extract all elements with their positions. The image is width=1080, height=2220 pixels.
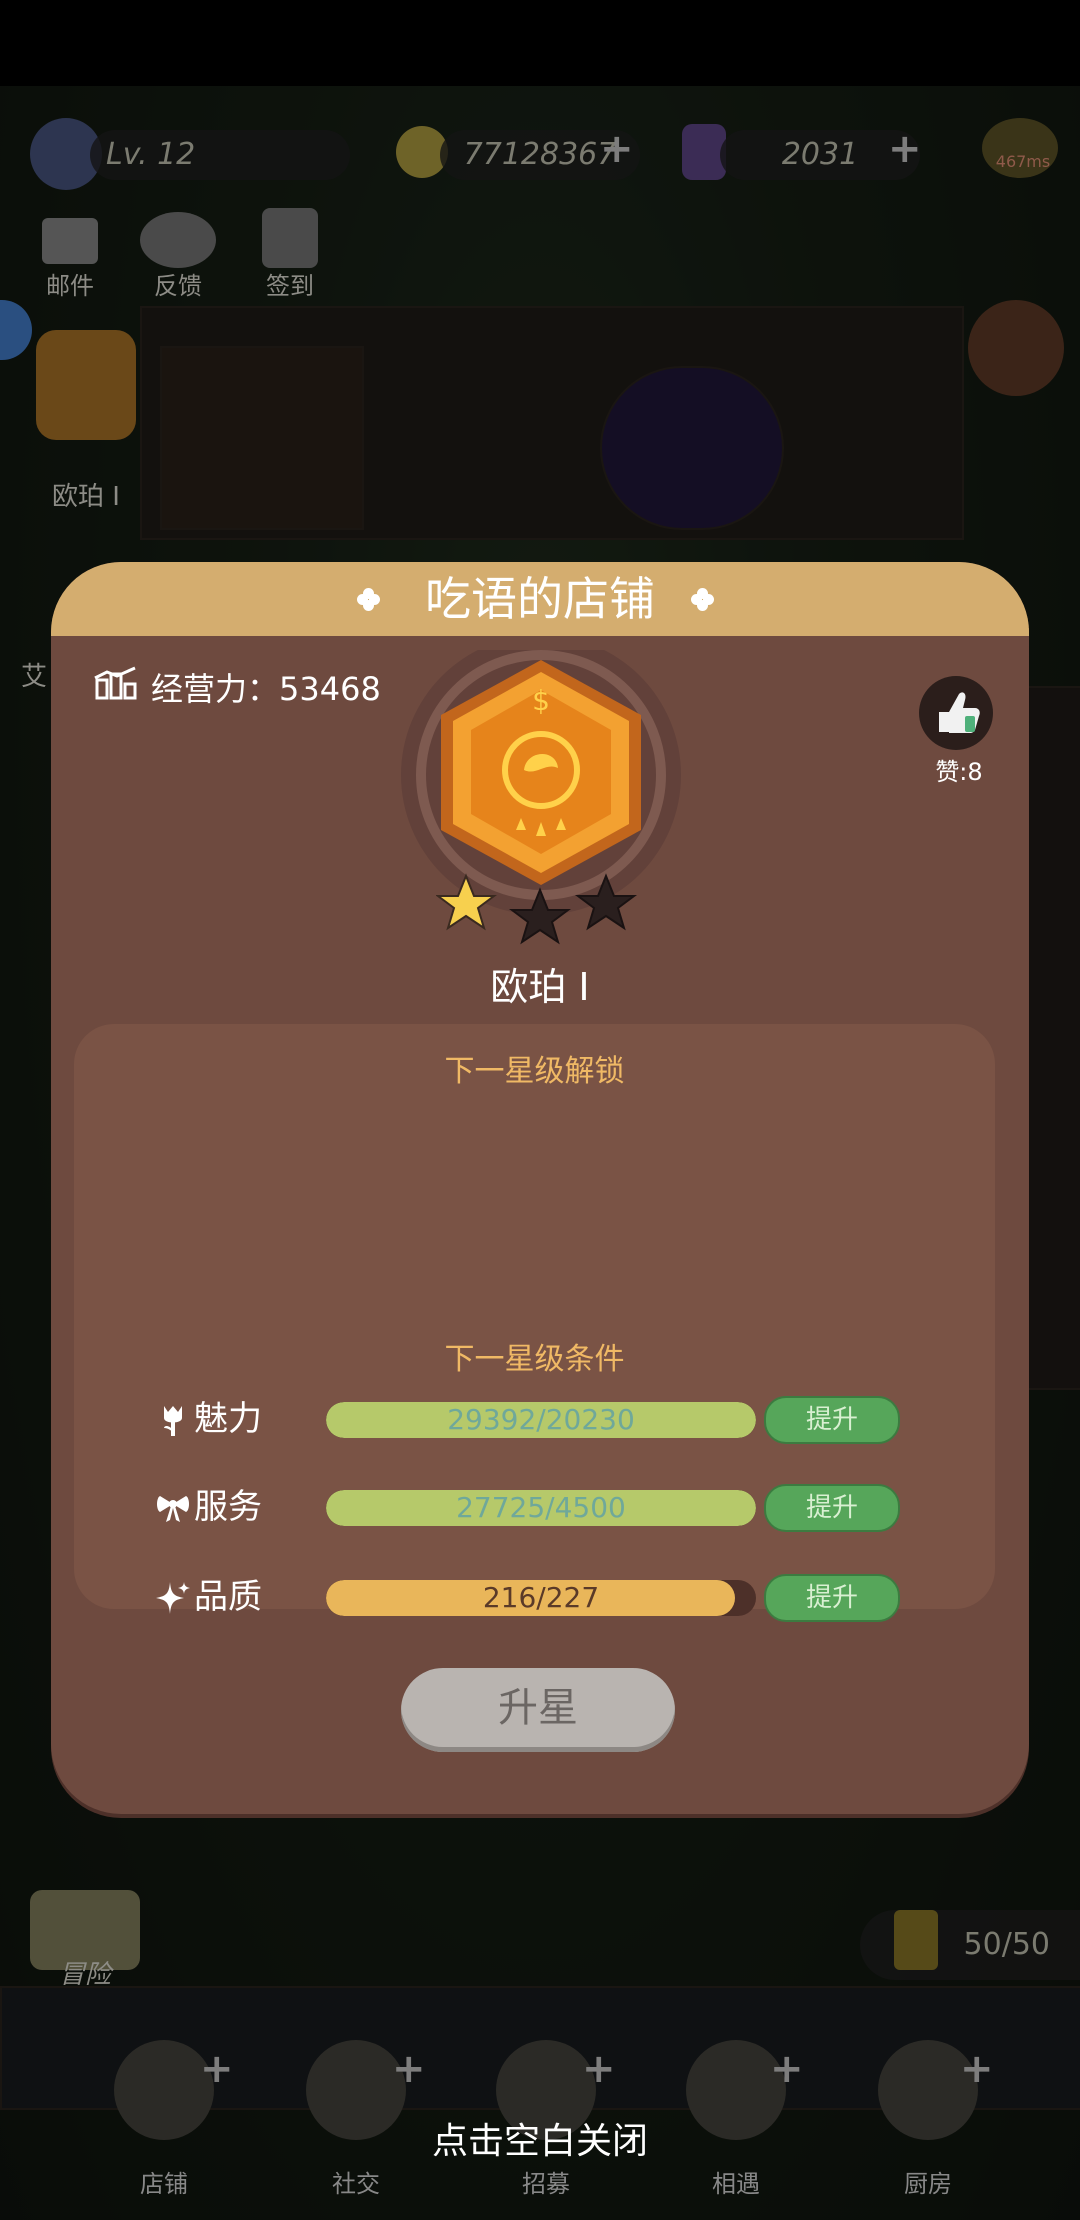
nav-recruit-label: 招募: [522, 2170, 570, 2198]
ping-text: 467ms: [995, 152, 1051, 171]
nav-plus-icon: +: [582, 2046, 616, 2092]
star-rating: [436, 873, 637, 945]
lightning-icon: [894, 1910, 938, 1970]
level-text: Lv. 12: [106, 137, 196, 172]
nav-plus-icon: +: [392, 2046, 426, 2092]
star-icon-empty: [509, 887, 571, 945]
stat-name: 服务: [194, 1487, 262, 1527]
star-icon-filled: [436, 873, 497, 931]
nav-encounter-label: 相遇: [712, 2170, 760, 2198]
sparkle-icon: [156, 1582, 190, 1614]
stat-value: 27725/4500: [456, 1491, 626, 1524]
nav-plus-icon: +: [960, 2046, 994, 2092]
stat-row-charm: 魅力 29392/20230 提升: [74, 1396, 995, 1444]
stat-name: 魅力: [194, 1399, 262, 1439]
tulip-icon: [164, 1406, 182, 1436]
nav-kitchen-label: 厨房: [904, 2170, 952, 2198]
star-upgrade-panel: 下一星级解锁 下一星级条件 魅力 29392/20230 提升 服务 27725…: [74, 1024, 995, 1622]
svg-text:$: $: [532, 684, 550, 717]
coin-count: 77128367: [463, 137, 617, 172]
energy-pill[interactable]: 50/50: [860, 1910, 1080, 1980]
energy-text: 50/50: [963, 1927, 1050, 1962]
likes-count: 赞:8: [935, 758, 983, 786]
tap-to-close-hint: 点击空白关闭: [431, 2121, 648, 2162]
star-icon-empty: [575, 873, 637, 931]
shortcut-signin-label: 签到: [266, 272, 314, 300]
side-rank-badge-icon[interactable]: [36, 330, 136, 440]
business-power-label: 经营力：53468: [151, 670, 381, 708]
stat-name: 品质: [194, 1577, 262, 1617]
nav-social-label: 社交: [332, 2170, 380, 2198]
shortcut-feedback-label: 反馈: [154, 272, 202, 300]
stat-value: 216/227: [482, 1581, 600, 1614]
stat-progress-bar: 216/227: [326, 1580, 756, 1616]
add-coins-icon[interactable]: +: [600, 126, 634, 172]
calendar-icon[interactable]: [262, 208, 318, 268]
bow-icon: [157, 1496, 189, 1522]
nav-plus-icon: +: [770, 2046, 804, 2092]
stat-progress-bar: 29392/20230: [326, 1402, 756, 1438]
business-power-icon: [94, 666, 137, 700]
add-gems-icon[interactable]: +: [888, 126, 922, 172]
planet-icon[interactable]: [140, 212, 216, 268]
next-star-unlock-title: 下一星级解锁: [444, 1054, 625, 1089]
thumbs-up-icon[interactable]: [919, 676, 993, 750]
improve-service-button[interactable]: 提升: [764, 1484, 900, 1532]
next-star-conditions-title: 下一星级条件: [444, 1342, 625, 1377]
stat-progress-bar: 27725/4500: [326, 1490, 756, 1526]
rank-name: 欧珀 I: [490, 965, 590, 1009]
level-pill: Lv. 12: [90, 130, 350, 180]
upgrade-star-button[interactable]: 升星: [401, 1668, 675, 1752]
book-icon[interactable]: [968, 300, 1064, 396]
improve-quality-button[interactable]: 提升: [764, 1574, 900, 1622]
shortcut-mail-label: 邮件: [46, 272, 94, 300]
side-label-2: 艾: [20, 662, 47, 692]
side-rank-label: 欧珀 I: [52, 482, 120, 512]
stat-row-quality: 品质 216/227 提升: [74, 1574, 995, 1622]
stat-row-service: 服务 27725/4500 提升: [74, 1484, 995, 1532]
adventure-label: 冒险: [58, 1960, 111, 1990]
gem-count: 2031: [781, 137, 859, 172]
nav-shop-label: 店铺: [140, 2170, 188, 2198]
nav-plus-icon: +: [200, 2046, 234, 2092]
improve-charm-button[interactable]: 提升: [764, 1396, 900, 1444]
dialog-title: 吃语的店铺: [425, 572, 655, 626]
stat-value: 29392/20230: [447, 1403, 635, 1436]
mail-icon[interactable]: [42, 218, 98, 264]
shop-info-dialog[interactable]: 吃语的店铺 经营力：53468 赞:8 $ 欧珀 I 下一星级解锁 下一星级条件…: [51, 562, 1029, 1814]
